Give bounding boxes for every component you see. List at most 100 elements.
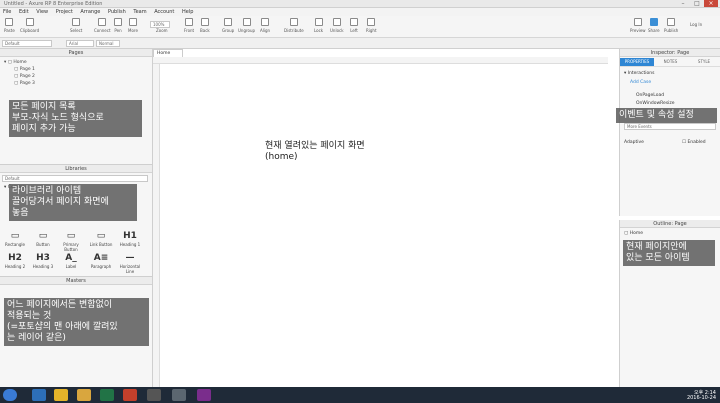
inspector-header: Inspector: Page <box>620 49 720 57</box>
page-item-home[interactable]: ▾ ▢ Home <box>4 59 148 66</box>
widget-rectangle[interactable]: ▭ Rectangle <box>1 231 29 247</box>
windows-taskbar: 오후 2:14 2016-10-24 <box>0 387 720 403</box>
close-icon[interactable]: × <box>704 0 718 7</box>
axure-icon[interactable] <box>197 389 211 401</box>
menu-account[interactable]: Account <box>154 8 174 16</box>
widget-heading-3[interactable]: H3 Heading 3 <box>29 253 57 269</box>
vertical-ruler <box>153 64 160 387</box>
more-events-select[interactable]: More Events <box>624 123 716 130</box>
widget-label[interactable]: A_ Label <box>57 253 85 269</box>
ungroup-button[interactable]: Ungroup <box>238 18 255 33</box>
back-button[interactable]: Back <box>200 18 210 33</box>
title-bar: Untitled - Axure RP 8 Enterprise Edition… <box>0 0 720 8</box>
tab-home[interactable]: Home <box>153 49 183 57</box>
inspector-tabs: PROPERTIES NOTES STYLE <box>620 58 720 67</box>
more-button[interactable]: More <box>128 18 138 33</box>
ungroup-icon <box>242 18 251 26</box>
libraries-header: Libraries <box>0 165 152 173</box>
preview-button[interactable]: Preview <box>630 18 646 33</box>
front-button[interactable]: Front <box>184 18 194 33</box>
tab-style[interactable]: STYLE <box>687 58 720 66</box>
ie-icon[interactable] <box>32 389 46 401</box>
left-button[interactable]: Left <box>350 18 358 33</box>
preview-icon <box>633 18 642 26</box>
menu-bar: File Edit View Project Arrange Publish T… <box>0 8 720 16</box>
library-select[interactable]: Default <box>2 175 148 182</box>
font-select[interactable]: Arial <box>66 40 94 47</box>
menu-edit[interactable]: Edit <box>19 8 29 16</box>
distribute-button[interactable]: Distribute <box>284 18 304 33</box>
connect-icon <box>98 18 107 26</box>
pen-icon <box>114 18 122 26</box>
group-button[interactable]: Group <box>222 18 234 33</box>
paste-button[interactable]: Paste <box>4 18 15 33</box>
select-button[interactable]: Select <box>70 18 82 33</box>
menu-publish[interactable]: Publish <box>108 8 126 16</box>
enabled-checkbox[interactable]: ☐ Enabled <box>682 140 706 145</box>
widget-heading-1[interactable]: H1 Heading 1 <box>116 231 144 247</box>
page-item-3[interactable]: ▢ Page 3 <box>4 80 148 87</box>
explorer-icon[interactable] <box>77 389 91 401</box>
widget-heading-2[interactable]: H2 Heading 2 <box>1 253 29 269</box>
menu-team[interactable]: Team <box>133 8 146 16</box>
annotation-library: 라이브러리 아이템 끌어당겨서 페이지 화면에 놓음 <box>9 184 137 221</box>
page-item-1[interactable]: ▢ Page 1 <box>4 66 148 73</box>
back-icon <box>200 18 209 26</box>
inspector-panel: Inspector: Page PROPERTIES NOTES STYLE ▾… <box>619 49 720 216</box>
log-in-button[interactable]: Log In <box>690 22 702 27</box>
page-canvas[interactable] <box>153 49 608 387</box>
widget-horizontal-line[interactable]: — Horizontal Line <box>116 253 144 274</box>
clipboard-icon <box>25 18 34 26</box>
widget-button[interactable]: ▭ Button <box>29 231 57 247</box>
menu-arrange[interactable]: Arrange <box>80 8 100 16</box>
weight-select[interactable]: Normal <box>96 40 120 47</box>
add-case-link[interactable]: Add Case <box>630 80 651 85</box>
annotation-pages: 모든 페이지 목록 부모-자식 노드 형식으로 페이지 추가 가능 <box>9 100 142 137</box>
powerpoint-icon[interactable] <box>123 389 137 401</box>
app-icon[interactable] <box>147 389 161 401</box>
publish-button[interactable]: Publish <box>664 18 678 33</box>
unlock-icon <box>332 18 341 26</box>
page-tree: ▾ ▢ Home ▢ Page 1 ▢ Page 2 ▢ Page 3 <box>0 57 152 89</box>
annotation-inspector: 이벤트 및 속성 설정 <box>616 108 717 123</box>
chrome-icon[interactable] <box>54 389 68 401</box>
tab-properties[interactable]: PROPERTIES <box>620 58 654 66</box>
share-button[interactable]: Share <box>648 18 660 33</box>
start-button[interactable] <box>3 389 17 401</box>
front-icon <box>185 18 194 26</box>
annotation-outline: 현재 페이지안에 있는 모든 아이템 <box>623 240 715 266</box>
interactions-label: ▾ Interactions <box>624 71 655 76</box>
style-toolbar: Default Arial Normal <box>0 38 720 49</box>
outline-header: Outline: Page <box>620 220 720 228</box>
menu-help[interactable]: Help <box>182 8 193 16</box>
app-icon-2[interactable] <box>172 389 186 401</box>
outline-item-home[interactable]: ▢ Home <box>624 231 643 236</box>
left-arrow-icon <box>350 18 358 26</box>
excel-icon[interactable] <box>100 389 114 401</box>
align-button[interactable]: Align <box>260 18 270 33</box>
menu-file[interactable]: File <box>3 8 11 16</box>
event-onpageload[interactable]: OnPageLoad <box>636 93 664 98</box>
pen-button[interactable]: Pen <box>114 18 122 33</box>
page-item-2[interactable]: ▢ Page 2 <box>4 73 148 80</box>
right-arrow-icon <box>367 18 376 26</box>
lock-icon <box>314 18 323 26</box>
menu-project[interactable]: Project <box>56 8 73 16</box>
zoom-select[interactable]: 100% <box>150 21 170 28</box>
widget-link-button[interactable]: ▭ Link Button <box>87 231 115 247</box>
tab-notes[interactable]: NOTES <box>654 58 687 66</box>
menu-view[interactable]: View <box>36 8 48 16</box>
connect-button[interactable]: Connect <box>94 18 111 33</box>
event-onwindowresize[interactable]: OnWindowResize <box>636 101 675 106</box>
maximize-icon[interactable]: □ <box>690 0 704 7</box>
zoom-label: Zoom <box>156 28 168 33</box>
minimize-icon[interactable]: – <box>676 0 690 7</box>
widget-paragraph[interactable]: A≡ Paragraph <box>87 253 115 269</box>
style-select[interactable]: Default <box>2 40 52 47</box>
paste-icon <box>5 18 14 26</box>
right-button[interactable]: Right <box>366 18 377 33</box>
unlock-button[interactable]: Unlock <box>330 18 344 33</box>
widget-primary-button[interactable]: ▭ Primary Button <box>57 231 85 252</box>
align-icon <box>261 18 270 26</box>
lock-button[interactable]: Lock <box>314 18 323 33</box>
